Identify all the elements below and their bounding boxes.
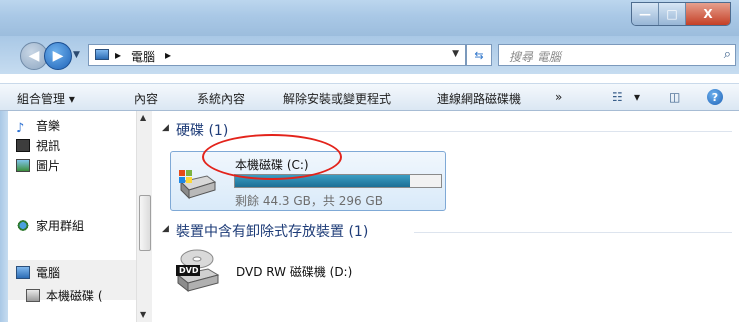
hard-drive-icon (179, 170, 217, 200)
nav-item-pictures[interactable]: 圖片 (16, 157, 60, 174)
collapse-group-icon[interactable]: ◢ (162, 224, 169, 234)
address-bar[interactable]: ▸ 電腦 ▸ ▼ (88, 44, 466, 66)
nav-item-label: 家用群組 (36, 219, 85, 233)
nav-item-videos[interactable]: 視訊 (16, 137, 60, 154)
refresh-button[interactable]: ⇆ (466, 44, 492, 66)
group-header-hard-disks[interactable]: 硬碟 (1) (176, 120, 228, 140)
maximize-button[interactable]: □ (659, 3, 686, 25)
window-controls: — □ X (631, 2, 731, 26)
drive-icon (26, 289, 40, 302)
address-row: ◀ ▶ ▼ ▸ 電腦 ▸ ▼ ⇆ 搜尋 電腦 ⌕ (0, 36, 739, 74)
computer-icon (16, 266, 30, 279)
command-bar: 組合管理 ▾ 內容 系統內容 解除安裝或變更程式 連線網路磁碟機 » ☷ ▾ ◫… (0, 83, 739, 111)
breadcrumb-computer[interactable]: 電腦 (131, 48, 155, 65)
nav-item-label: 本機磁碟 ( (46, 289, 103, 303)
search-placeholder: 搜尋 電腦 (509, 50, 561, 64)
recent-pages-dropdown-icon[interactable]: ▼ (73, 50, 80, 60)
nav-item-homegroup[interactable]: 家用群組 (16, 217, 84, 234)
nav-item-label: 電腦 (36, 266, 61, 280)
drive-c-free-space: 剩餘 44.3 GB，共 296 GB (235, 194, 383, 208)
address-dropdown-icon[interactable]: ▼ (452, 49, 459, 59)
explorer-window: — □ X ◀ ▶ ▼ ▸ 電腦 ▸ ▼ ⇆ 搜尋 電腦 ⌕ 組合管理 ▾ 內容 (0, 0, 739, 322)
nav-item-computer[interactable]: 電腦 (16, 264, 60, 281)
navigation-pane: ♪ 音樂 視訊 圖片 家用群組 電腦 本機磁碟 ( (8, 111, 154, 322)
group-divider (414, 232, 732, 233)
back-arrow-icon: ◀ (28, 48, 40, 64)
window-frame-left (0, 111, 8, 322)
scrollbar-thumb[interactable] (139, 195, 151, 251)
scroll-down-icon[interactable]: ▼ (140, 310, 146, 319)
view-dropdown-button[interactable]: ▾ (634, 90, 640, 104)
properties-button[interactable]: 內容 (134, 90, 158, 107)
help-icon[interactable]: ? (707, 89, 723, 105)
collapse-group-icon[interactable]: ◢ (162, 123, 169, 133)
drive-d-label: DVD RW 磁碟機 (D:) (236, 265, 353, 279)
homegroup-icon (16, 219, 30, 232)
scroll-up-icon[interactable]: ▲ (140, 113, 146, 122)
nav-item-label: 視訊 (36, 139, 61, 153)
nav-scrollbar[interactable]: ▲ ▼ (136, 111, 152, 322)
forward-button[interactable]: ▶ (44, 42, 72, 70)
minimize-button[interactable]: — (632, 3, 659, 25)
forward-arrow-icon: ▶ (52, 48, 64, 64)
more-commands-button[interactable]: » (555, 90, 562, 104)
title-bar[interactable]: — □ X (0, 0, 739, 36)
system-properties-button[interactable]: 系統內容 (197, 90, 245, 107)
breadcrumb-separator[interactable]: ▸ (165, 48, 171, 62)
video-icon (16, 139, 30, 152)
highlight-circle-annotation (202, 134, 342, 180)
dvd-badge: DVD (179, 266, 199, 275)
organize-button[interactable]: 組合管理 ▾ (17, 90, 75, 107)
drive-tile-d[interactable]: DVD DVD RW 磁碟機 (D:) (174, 241, 434, 297)
nav-item-label: 音樂 (36, 119, 61, 133)
uninstall-program-button[interactable]: 解除安裝或變更程式 (283, 90, 391, 107)
search-input[interactable]: 搜尋 電腦 ⌕ (498, 44, 736, 66)
breadcrumb-separator[interactable]: ▸ (115, 48, 121, 62)
change-view-icon[interactable]: ☷ (612, 90, 623, 104)
map-network-drive-button[interactable]: 連線網路磁碟機 (437, 90, 521, 107)
preview-pane-icon[interactable]: ◫ (669, 90, 680, 104)
search-icon[interactable]: ⌕ (724, 47, 731, 62)
group-divider (272, 131, 732, 132)
nav-item-local-disk[interactable]: 本機磁碟 ( (26, 287, 103, 304)
nav-item-music[interactable]: ♪ 音樂 (16, 117, 61, 136)
refresh-icon: ⇆ (474, 48, 484, 62)
music-note-icon: ♪ (16, 121, 25, 136)
picture-icon (16, 159, 30, 172)
group-header-removable-storage[interactable]: 裝置中含有卸除式存放裝置 (1) (176, 221, 368, 241)
close-button[interactable]: X (686, 3, 730, 25)
nav-item-label: 圖片 (36, 159, 61, 173)
computer-icon (95, 49, 109, 60)
